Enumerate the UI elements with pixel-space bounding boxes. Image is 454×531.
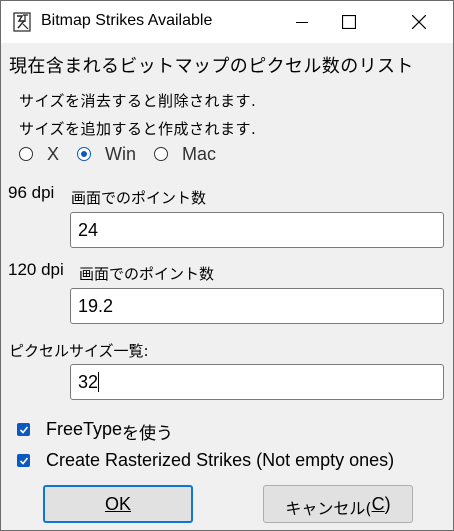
system-radio-group: X Win Mac (19, 143, 234, 165)
rasterize-checkbox-row[interactable]: Create Rasterized Strikes (Not empty one… (17, 450, 394, 471)
freetype-label-jp[interactable]: を使う (122, 419, 173, 444)
cancel-button-label: キャンセル( (285, 499, 372, 518)
minimize-icon (296, 22, 308, 23)
dpi96-sublabel: 画面でのポイント数 (71, 189, 207, 207)
title-bar[interactable]: Bitmap Strikes Available (1, 1, 453, 43)
dpi96-label: 96 dpi (8, 183, 55, 202)
dpi120-sublabel: 画面でのポイント数 (79, 265, 215, 283)
cancel-suffix: ) (384, 493, 391, 514)
radio-mac[interactable]: Mac (154, 144, 216, 165)
dpi120-point-input[interactable]: 19.2 (70, 288, 444, 324)
add-info-text: サイズを追加すると作成されます. (19, 120, 257, 138)
maximize-icon (342, 15, 356, 29)
pixel-sizes-value: 32 (78, 372, 99, 392)
close-icon (412, 15, 426, 29)
rasterize-checkbox[interactable] (17, 454, 30, 467)
radio-win-circle[interactable] (77, 147, 92, 161)
freetype-checkbox-row[interactable]: FreeType を使う (17, 415, 173, 444)
freetype-checkbox[interactable] (17, 423, 30, 436)
cancel-button[interactable]: キャンセル(C) (263, 485, 413, 523)
cancel-mnemonic: C (371, 493, 385, 514)
rasterize-label[interactable]: Create Rasterized Strikes (Not empty one… (46, 450, 394, 471)
radio-x-circle[interactable] (19, 147, 33, 161)
remove-info-text: サイズを消去すると削除されます. (19, 92, 257, 110)
dpi120-label: 120 dpi (8, 260, 64, 279)
fontforge-app-icon (13, 12, 31, 32)
ok-button[interactable]: OK (43, 485, 193, 523)
radio-win[interactable]: Win (77, 144, 136, 165)
radio-mac-label[interactable]: Mac (182, 144, 216, 165)
pixel-sizes-input[interactable]: 32 (70, 364, 444, 400)
dialog-window: Bitmap Strikes Available 現在含まれるビットマップのピク… (0, 0, 454, 531)
radio-x-label[interactable]: X (47, 144, 59, 165)
ok-button-label: OK (104, 493, 131, 514)
checkmark-icon (19, 425, 28, 434)
strikes-heading: 現在含まれるビットマップのピクセル数のリスト (9, 56, 414, 77)
dpi96-point-input[interactable]: 24 (70, 212, 444, 248)
radio-mac-circle[interactable] (154, 147, 169, 161)
freetype-label-latin[interactable]: FreeType (46, 419, 122, 440)
window-title: Bitmap Strikes Available (41, 12, 213, 29)
radio-x[interactable]: X (19, 144, 59, 165)
pixel-sizes-label: ピクセルサイズ一覧: (9, 342, 149, 360)
close-button[interactable] (396, 1, 442, 43)
maximize-button[interactable] (326, 1, 372, 43)
minimize-button[interactable] (279, 1, 325, 43)
text-cursor (98, 372, 100, 392)
radio-win-label[interactable]: Win (105, 144, 136, 165)
checkmark-icon (19, 456, 28, 465)
